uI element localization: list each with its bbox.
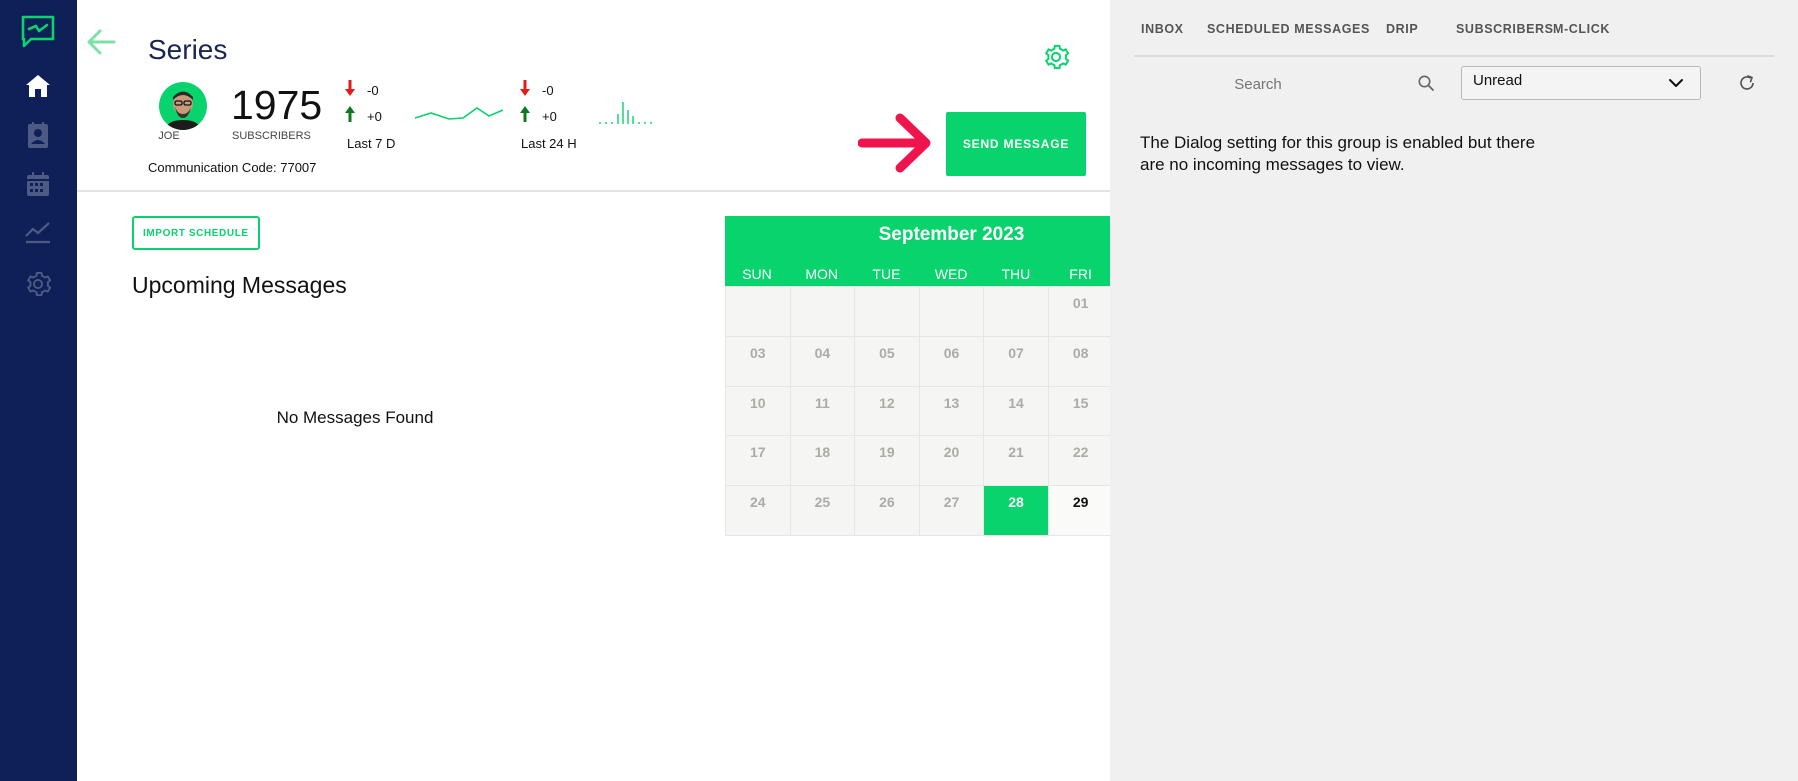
owner-name: JOE: [158, 130, 180, 142]
back-arrow-icon[interactable]: [85, 28, 117, 61]
stat-24h-label: Last 24 H: [521, 136, 577, 151]
upcoming-messages-title: Upcoming Messages: [132, 272, 347, 298]
weekday-label: THU: [1001, 266, 1031, 282]
subscribers-label: SUBSCRIBERS: [232, 130, 311, 142]
weekday-label: FRI: [1069, 266, 1092, 282]
calendar-day[interactable]: 17: [726, 436, 790, 486]
tab-m-click[interactable]: M-CLICK: [1553, 22, 1610, 36]
communication-code: Communication Code: 77007: [148, 160, 317, 175]
stat-7d-label: Last 7 D: [347, 136, 396, 151]
weekday-label: TUE: [872, 266, 901, 282]
import-schedule-button[interactable]: IMPORT SCHEDULE: [132, 216, 260, 250]
calendar-day[interactable]: 07: [984, 336, 1048, 386]
tab-drip[interactable]: DRIP: [1386, 22, 1418, 36]
filter-select[interactable]: Unread: [1461, 66, 1701, 100]
up-arrow-icon: [345, 106, 355, 127]
tab-inbox[interactable]: INBOX: [1141, 22, 1184, 36]
bar-sparkline-24h: [597, 98, 657, 131]
calendar-day[interactable]: 25: [790, 486, 855, 535]
calendar-day[interactable]: 22: [1048, 436, 1113, 486]
inbox-panel: INBOX SCHEDULED MESSAGES DRIP SUBSCRIBERS M-…: [1110, 0, 1798, 781]
weekday-label: SUN: [742, 266, 772, 282]
sidebar-nav: [0, 0, 77, 781]
calendar-day[interactable]: 18: [790, 436, 855, 486]
avatar[interactable]: [159, 82, 207, 130]
stat-7d-up: +0: [367, 109, 382, 124]
calendar-day[interactable]: 13: [919, 386, 984, 436]
stat-7d-down: -0: [367, 83, 379, 98]
group-header: Series JOE 1975 SUBSCRIBERS -0 +0 Last 7…: [77, 0, 1110, 192]
contact-book-icon[interactable]: [20, 117, 56, 153]
calendar-day[interactable]: 14: [984, 386, 1048, 436]
calendar-day[interactable]: 19: [855, 436, 919, 486]
weekday-label: MON: [805, 266, 839, 282]
search-input[interactable]: [1148, 68, 1368, 100]
home-icon[interactable]: [20, 68, 56, 104]
calendar-day[interactable]: 03: [726, 336, 790, 386]
calendar-empty-cell: [984, 287, 1048, 336]
inbox-empty-message: The Dialog setting for this group is ena…: [1140, 133, 1536, 174]
trend-chart-icon[interactable]: [20, 214, 56, 250]
calendar-day[interactable]: 27: [919, 486, 984, 535]
weekday-label: WED: [934, 266, 968, 282]
subscribers-count: 1975: [231, 82, 323, 128]
page-title: Series: [148, 34, 228, 65]
filter-select-value: Unread: [1473, 72, 1523, 89]
calendar-day[interactable]: 15: [1048, 386, 1113, 436]
sparkline-7d: [413, 100, 505, 131]
up-arrow-icon: [520, 106, 530, 127]
calendar-day[interactable]: 21: [984, 436, 1048, 486]
stat-24h-down: -0: [542, 83, 554, 98]
calendar-day[interactable]: 11: [790, 386, 855, 436]
calendar-empty-cell: [790, 287, 855, 336]
down-arrow-icon: [520, 80, 530, 101]
calendar-day-today[interactable]: 28: [984, 486, 1048, 535]
calendar-empty-cell: [919, 287, 984, 336]
refresh-icon[interactable]: [1737, 73, 1757, 98]
tabs-divider: [1134, 55, 1774, 57]
tab-subscribers[interactable]: SUBSCRIBERS: [1456, 22, 1554, 36]
calendar-day[interactable]: 12: [855, 386, 919, 436]
calendar-empty-cell: [855, 287, 919, 336]
calendar-day[interactable]: 29: [1048, 486, 1113, 535]
chevron-down-icon: [1668, 76, 1684, 95]
calendar-day[interactable]: 24: [726, 486, 790, 535]
main-panel: Series JOE 1975 SUBSCRIBERS -0 +0 Last 7…: [77, 0, 1178, 781]
down-arrow-icon: [345, 80, 355, 101]
pointer-arrow-icon: [857, 110, 938, 181]
calendar-day[interactable]: 04: [790, 336, 855, 386]
calendar-day[interactable]: 01: [1048, 287, 1113, 336]
calendar-empty-cell: [726, 287, 790, 336]
calendar-day[interactable]: 06: [919, 336, 984, 386]
chat-bolt-logo-icon[interactable]: [20, 14, 56, 50]
calendar-day[interactable]: 26: [855, 486, 919, 535]
gear-icon[interactable]: [20, 266, 56, 302]
calendar-day[interactable]: 05: [855, 336, 919, 386]
empty-state-text: No Messages Found: [276, 408, 434, 427]
tab-scheduled-messages[interactable]: SCHEDULED MESSAGES: [1207, 22, 1370, 36]
stat-24h-up: +0: [542, 109, 557, 124]
group-settings-gear-icon[interactable]: [1042, 43, 1070, 76]
send-message-button[interactable]: SEND MESSAGE: [946, 112, 1086, 176]
calendar-day[interactable]: 20: [919, 436, 984, 486]
calendar-day[interactable]: 10: [726, 386, 790, 436]
calendar-icon[interactable]: [20, 166, 56, 202]
calendar-day[interactable]: 08: [1048, 336, 1113, 386]
search-icon[interactable]: [1417, 74, 1435, 97]
